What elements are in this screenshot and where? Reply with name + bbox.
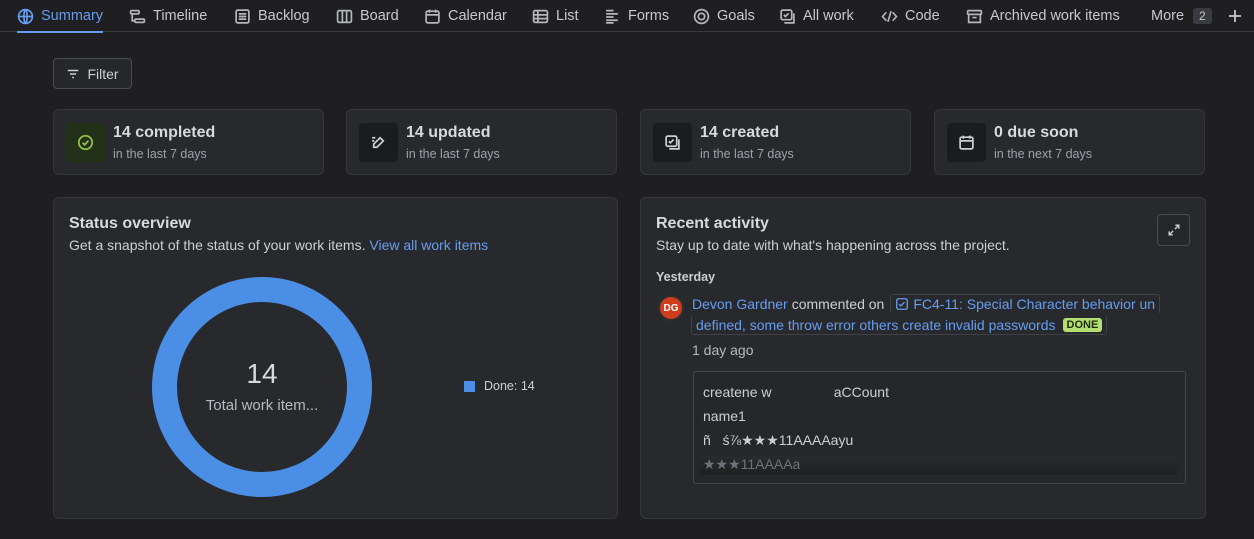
tab-forms[interactable]: Forms xyxy=(604,0,669,32)
comment-line: ★★★11AAAAa xyxy=(703,456,801,472)
stat-icon-box xyxy=(359,123,398,162)
plus-icon xyxy=(1229,10,1241,22)
panel-title: Status overview xyxy=(69,215,191,232)
avatar[interactable]: DG xyxy=(658,295,684,321)
donut-total: 14 xyxy=(246,358,278,389)
tab-label: Goals xyxy=(717,8,755,24)
comment-preview[interactable]: createne w aCCount name1 ñ ś⅞★★★11AAAAay… xyxy=(693,371,1186,484)
tab-list[interactable]: List xyxy=(532,0,579,32)
activity-timestamp: 1 day ago xyxy=(692,342,754,358)
tab-label: Forms xyxy=(628,8,670,24)
add-tab-button[interactable] xyxy=(1224,5,1246,27)
stat-subtitle: in the last 7 days xyxy=(406,147,500,161)
status-badge: DONE xyxy=(1062,318,1103,332)
stat-title: 14 created xyxy=(700,124,780,141)
expand-button[interactable] xyxy=(1157,214,1190,246)
tab-backlog[interactable]: Backlog xyxy=(234,0,310,32)
code-icon xyxy=(881,10,898,22)
view-all-work-items-link[interactable]: View all work items xyxy=(369,237,488,253)
stat-card-completed: 14 completed in the last 7 days xyxy=(53,109,324,175)
recent-activity-panel: Recent activity Stay up to date with wha… xyxy=(640,197,1206,519)
comment-line: name1 xyxy=(703,408,746,424)
tab-label: Code xyxy=(905,8,940,24)
activity-line: Devon Gardner commented on FC4-11: Speci… xyxy=(692,294,1161,313)
issue-link-continued[interactable]: defined, some throw error others create … xyxy=(691,316,1108,335)
filter-label: Filter xyxy=(87,65,119,82)
tab-more[interactable]: More 2 xyxy=(1151,0,1212,32)
timeline-icon xyxy=(129,9,146,23)
panel-title: Recent activity xyxy=(656,215,769,232)
stat-title: 14 updated xyxy=(406,124,491,141)
tab-label: Archived work items xyxy=(990,8,1120,24)
tab-all-work[interactable]: All work xyxy=(779,0,854,32)
stat-title: 14 completed xyxy=(113,124,216,141)
tab-label: Backlog xyxy=(258,8,310,24)
all-work-icon xyxy=(780,8,795,24)
tab-calendar[interactable]: Calendar xyxy=(424,0,507,32)
status-overview-panel: Status overview Get a snapshot of the st… xyxy=(53,197,618,519)
activity-action: commented on xyxy=(791,295,885,312)
comment-line: createne w aCCount xyxy=(703,384,889,400)
backlog-icon xyxy=(235,8,250,24)
day-heading: Yesterday xyxy=(656,270,716,284)
edit-icon xyxy=(372,136,385,149)
stat-icon-box xyxy=(66,123,105,162)
tab-label: Calendar xyxy=(448,8,507,24)
board-icon xyxy=(336,9,353,23)
description-text: Get a snapshot of the status of your wor… xyxy=(69,237,366,253)
user-link[interactable]: Devon Gardner xyxy=(692,296,788,312)
calendar-icon xyxy=(425,9,440,24)
tab-label: Board xyxy=(360,8,399,24)
tab-label: All work xyxy=(803,8,854,24)
tab-label: List xyxy=(556,8,579,24)
checkbox-task-icon xyxy=(896,298,909,310)
donut-total-label: Total work item... xyxy=(205,397,319,414)
issue-link[interactable]: FC4-11: Special Character behavior un xyxy=(890,294,1161,313)
tab-timeline[interactable]: Timeline xyxy=(129,0,207,32)
issue-title-line1: FC4-11: Special Character behavior un xyxy=(913,296,1156,312)
comment-line: ñ ś⅞★★★11AAAAayu xyxy=(703,432,854,448)
stat-subtitle: in the next 7 days xyxy=(994,147,1092,161)
tab-summary[interactable]: Summary xyxy=(17,0,104,33)
stat-subtitle: in the last 7 days xyxy=(700,147,794,161)
panel-description: Stay up to date with what's happening ac… xyxy=(656,237,1010,253)
expand-icon xyxy=(1167,224,1180,236)
legend-swatch xyxy=(464,380,475,392)
globe-icon xyxy=(17,8,34,24)
activity-line-continued: defined, some throw error others create … xyxy=(691,316,1108,335)
tab-label: Summary xyxy=(41,8,104,24)
panel-description: Get a snapshot of the status of your wor… xyxy=(69,237,488,253)
archive-icon xyxy=(966,9,983,23)
tab-label: More xyxy=(1151,8,1185,24)
tab-code[interactable]: Code xyxy=(881,0,940,32)
stat-icon-box xyxy=(653,123,692,162)
more-count-badge: 2 xyxy=(1193,8,1212,24)
calendar-icon xyxy=(959,135,974,150)
stat-card-due-soon: 0 due soon in the next 7 days xyxy=(934,109,1205,175)
list-icon xyxy=(532,9,549,23)
tab-board[interactable]: Board xyxy=(336,0,399,32)
goals-icon xyxy=(693,8,710,24)
tab-archived-work-items[interactable]: Archived work items xyxy=(966,0,1120,32)
stat-card-updated: 14 updated in the last 7 days xyxy=(346,109,617,175)
filter-button[interactable]: Filter xyxy=(53,58,132,89)
legend-label: Done: 14 xyxy=(484,379,535,393)
legend-item-done[interactable]: Done: 14 xyxy=(464,379,535,393)
tab-bar: Summary Timeline Backlog Board Calendar … xyxy=(0,0,1254,33)
tab-goals[interactable]: Goals xyxy=(693,0,755,32)
check-circle-icon xyxy=(77,134,94,151)
stat-icon-box xyxy=(947,123,986,162)
forms-icon xyxy=(606,9,618,24)
filter-icon xyxy=(68,69,79,78)
stat-title: 0 due soon xyxy=(994,124,1079,141)
stat-card-created: 14 created in the last 7 days xyxy=(640,109,911,175)
created-icon xyxy=(665,135,680,150)
tab-label: Timeline xyxy=(153,8,208,24)
stat-subtitle: in the last 7 days xyxy=(113,147,207,161)
issue-title-line2: defined, some throw error others create … xyxy=(696,317,1056,333)
